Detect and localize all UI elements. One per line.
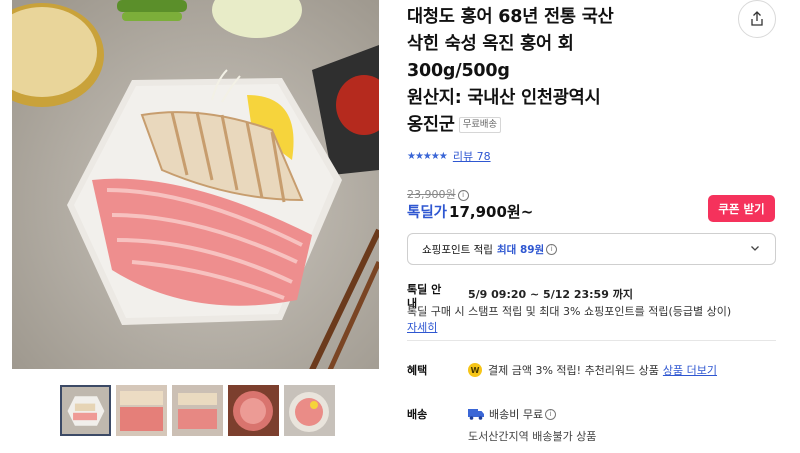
free-shipping-badge: 무료배송 [458, 117, 501, 133]
coupon-button[interactable]: 쿠폰 받기 [708, 195, 775, 222]
thumbnail-strip [60, 385, 335, 436]
title-line-5: 옹진군 무료배송 [407, 112, 707, 139]
info-icon[interactable]: i [546, 243, 558, 255]
share-button[interactable] [738, 0, 776, 38]
original-price-value: 23,900원 [407, 188, 456, 201]
title-line-5-text: 옹진군 [407, 115, 455, 135]
review-count-link[interactable]: 리뷰 78 [453, 148, 491, 164]
deal-period: 5/9 09:20 ~ 5/12 23:59 까지 [468, 288, 633, 301]
truck-icon [468, 409, 484, 420]
section-divider [407, 340, 776, 341]
title-line-4: 원산지: 국내산 인천광역시 [407, 88, 601, 108]
shipping-fee: 배송비 무료 [489, 408, 544, 421]
shipping-label: 배송 [407, 408, 428, 421]
shopping-points-dropdown[interactable]: 쇼핑포인트 적립 최대 89원 i [407, 233, 776, 265]
title-line-2: 삭힌 숙성 옥진 홍어 회 [407, 34, 574, 54]
reward-w-icon: W [468, 363, 482, 377]
star-rating-icon: ★★★★★ [407, 150, 448, 162]
sale-price-row: 톡딜가 17,900원~ [407, 201, 533, 222]
benefit-label: 혜택 [407, 364, 428, 377]
thumbnail-2[interactable] [116, 385, 167, 436]
info-icon[interactable]: i [457, 190, 469, 201]
product-title: 대청도 홍어 68년 전통 국산 삭힌 숙성 옥진 홍어 회 300g/500g… [407, 4, 707, 139]
benefit-row: W 결제 금액 3% 적립! 추천리워드 상품 상품 더보기 [468, 362, 717, 378]
thumbnail-1[interactable] [60, 385, 111, 436]
share-icon [751, 11, 763, 26]
main-product-image [12, 0, 379, 369]
shipping-row: 배송비 무료 i [468, 406, 557, 422]
deal-description: 톡딜 구매 시 스탬프 적립 및 최대 3% 쇼핑포인트를 적립(등급별 상이) [407, 305, 732, 318]
title-line-3: 300g/500g [407, 61, 510, 81]
sale-price-value: 17,900원~ [449, 203, 534, 221]
title-line-1: 대청도 홍어 68년 전통 국산 [407, 7, 614, 27]
more-products-link[interactable]: 상품 더보기 [663, 362, 717, 378]
points-label: 쇼핑포인트 적립 [422, 243, 493, 256]
thumbnail-5[interactable] [284, 385, 335, 436]
chevron-down-icon [751, 246, 759, 251]
product-photo-illustration [12, 0, 379, 369]
deal-details-link[interactable]: 자세히 [407, 319, 437, 335]
points-max: 최대 89원 [496, 243, 545, 256]
benefit-text: 결제 금액 3% 적립! 추천리워드 상품 [488, 364, 659, 377]
rating-summary: ★★★★★ 리뷰 78 [407, 148, 491, 164]
thumbnail-3[interactable] [172, 385, 223, 436]
shipping-note: 도서산간지역 배송불가 상품 [468, 430, 597, 443]
original-price: 23,900원 i [407, 186, 469, 202]
sale-price-label: 톡딜가 [407, 205, 448, 221]
thumbnail-4[interactable] [228, 385, 279, 436]
info-icon[interactable]: i [545, 408, 557, 420]
